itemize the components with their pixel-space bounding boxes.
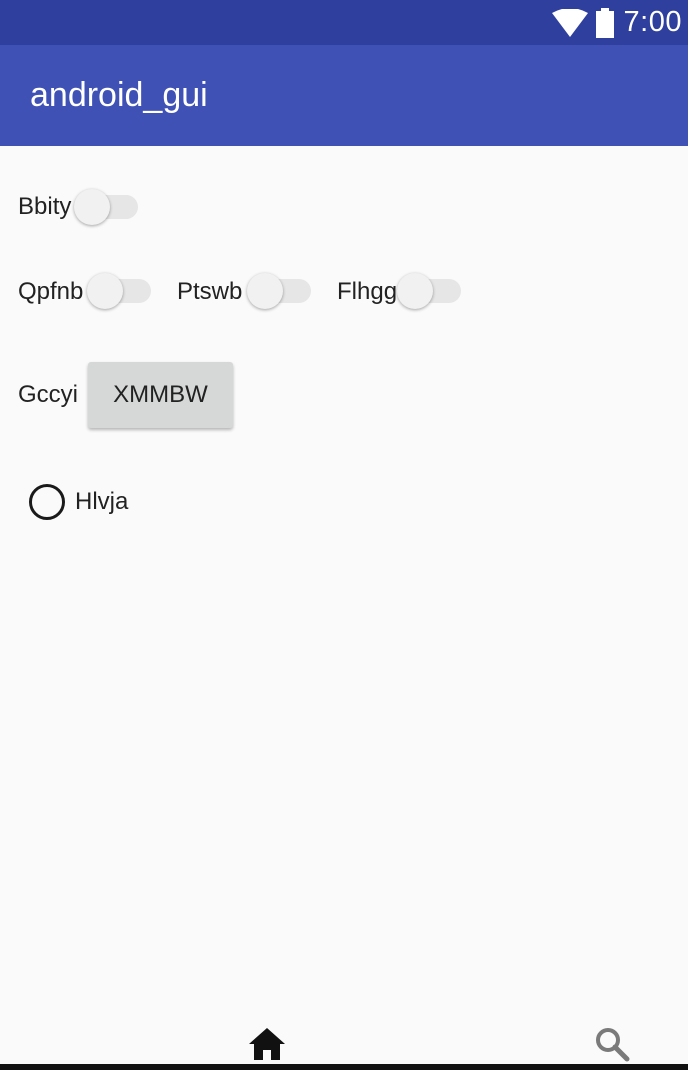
status-time: 7:00 — [623, 6, 682, 38]
battery-icon — [595, 7, 614, 38]
switch-thumb — [74, 189, 110, 225]
switch-ptswb[interactable] — [247, 271, 315, 311]
switch-label-ptswb: Ptswb — [177, 278, 243, 305]
switch-thumb — [247, 273, 283, 309]
xmmbw-button[interactable]: XMMBW — [88, 362, 233, 428]
search-icon[interactable] — [594, 1026, 630, 1062]
switch-label-qpfnb: Qpfnb — [18, 278, 84, 305]
button-row-label: Gccyi — [18, 381, 78, 408]
switch-qpfnb[interactable] — [87, 271, 155, 311]
status-icons: 7:00 — [551, 0, 682, 45]
radio-label: Hlvja — [75, 488, 129, 515]
radio-hlvja[interactable] — [29, 484, 65, 520]
switch-label-bbity: Bbity — [18, 193, 72, 220]
bottom-divider — [0, 1064, 688, 1070]
status-bar: 7:00 — [0, 0, 688, 45]
switch-thumb — [397, 273, 433, 309]
switch-flhgg[interactable] — [397, 271, 465, 311]
switch-label-flhgg: Flhgg — [337, 278, 398, 305]
app-bar: android_gui — [0, 45, 688, 146]
home-icon[interactable] — [248, 1026, 286, 1062]
switch-thumb — [87, 273, 123, 309]
app-title: android_gui — [30, 76, 208, 114]
wifi-icon — [551, 8, 588, 37]
switch-bbity[interactable] — [74, 187, 142, 227]
radio-circle — [29, 484, 65, 520]
